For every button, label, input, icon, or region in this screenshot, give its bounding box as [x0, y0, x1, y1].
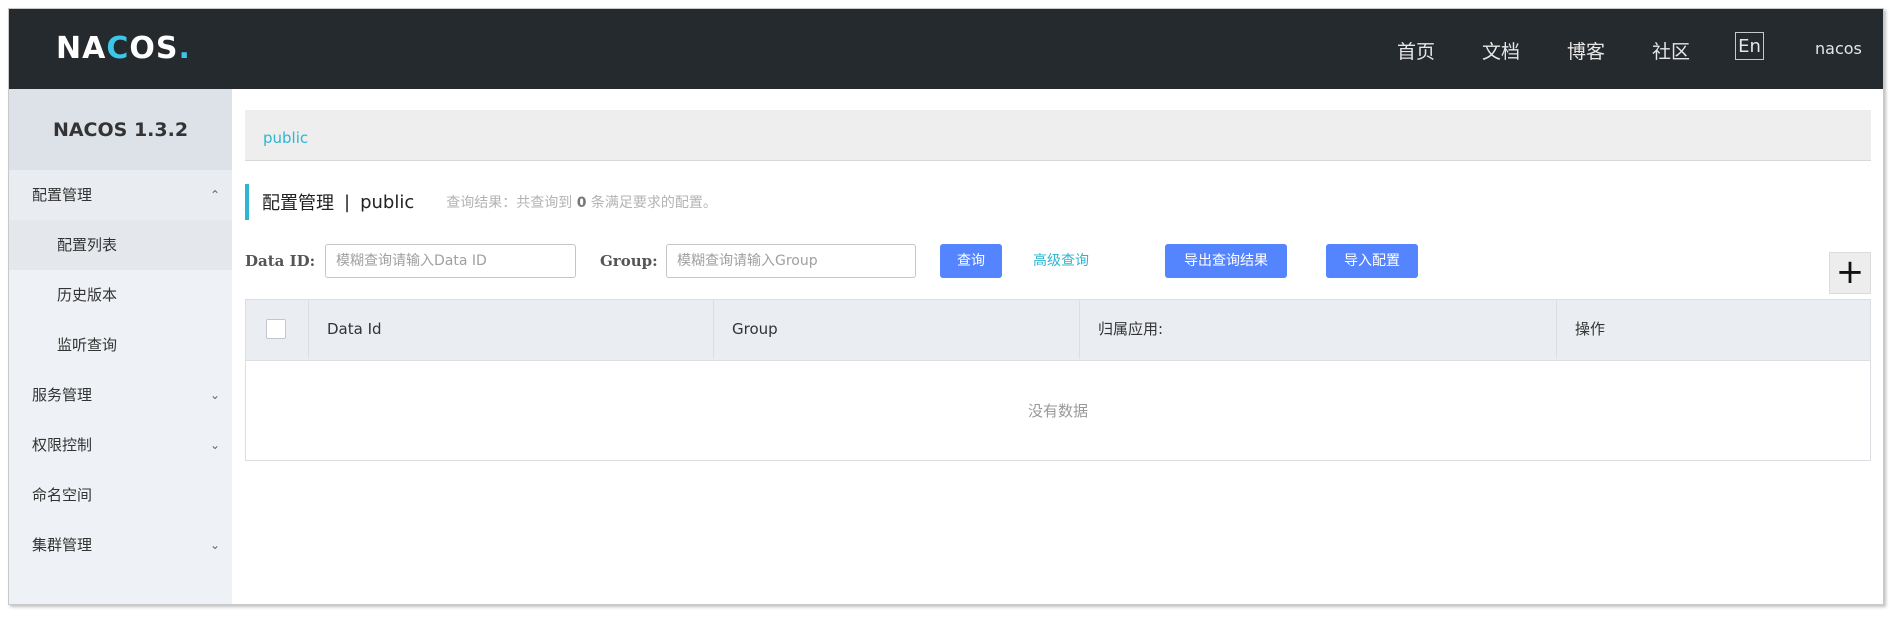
nav-blog-link[interactable]: 博客: [1567, 37, 1605, 64]
table-header: Data Id Group 归属应用: 操作: [246, 300, 1870, 361]
nacos-logo[interactable]: NACOS.: [56, 31, 191, 66]
main-content: public 配置管理 | public 查询结果：共查询到 0 条满足要求的配…: [232, 89, 1883, 604]
empty-state-text: 没有数据: [1027, 401, 1088, 420]
export-query-results-button[interactable]: 导出查询结果: [1165, 244, 1287, 278]
import-config-button[interactable]: 导入配置: [1326, 244, 1418, 278]
column-header-app[interactable]: 归属应用:: [1080, 300, 1557, 359]
group-label: Group:: [600, 252, 658, 270]
select-all-cell: [246, 300, 309, 359]
chevron-up-icon: ⌃: [209, 188, 220, 202]
namespace-link-public[interactable]: public: [263, 129, 308, 147]
sidebar-item-service-management[interactable]: 服务管理 ⌄: [9, 370, 232, 420]
nav-home-link[interactable]: 首页: [1397, 37, 1435, 64]
sidebar: NACOS 1.3.2 配置管理 ⌃ 配置列表 历史版本 监听查询 服务管理 ⌄…: [9, 89, 232, 604]
chevron-down-icon: ⌄: [209, 438, 220, 452]
group-search-input[interactable]: [666, 244, 916, 278]
query-result-hint: 查询结果：共查询到 0 条满足要求的配置。: [446, 195, 717, 211]
chevron-down-icon: ⌄: [209, 388, 220, 402]
add-config-button[interactable]: +: [1829, 252, 1871, 294]
chevron-down-icon: ⌄: [209, 538, 220, 552]
advanced-query-link[interactable]: 高级查询: [1033, 244, 1089, 278]
app-window: NACOS. 首页 文档 博客 社区 En nacos NACOS 1.3.2 …: [8, 8, 1884, 605]
sidebar-item-history-version[interactable]: 历史版本: [9, 270, 232, 320]
version-label: NACOS 1.3.2: [9, 89, 232, 170]
nav-docs-link[interactable]: 文档: [1482, 37, 1520, 64]
sidebar-item-config-list[interactable]: 配置列表: [9, 220, 232, 270]
column-header-data-id[interactable]: Data Id: [309, 300, 714, 359]
sidebar-item-namespace[interactable]: 命名空间: [9, 470, 232, 520]
column-header-group[interactable]: Group: [714, 300, 1080, 359]
config-table: Data Id Group 归属应用: 操作 没有数据: [245, 299, 1871, 461]
sidebar-item-cluster-management[interactable]: 集群管理 ⌄: [9, 520, 232, 570]
top-navbar: NACOS. 首页 文档 博客 社区 En nacos: [9, 9, 1883, 89]
language-toggle-button[interactable]: En: [1735, 32, 1764, 60]
sidebar-item-config-management[interactable]: 配置管理 ⌃: [9, 170, 232, 220]
namespace-bar: public: [245, 110, 1871, 161]
query-button[interactable]: 查询: [940, 244, 1002, 278]
page-title-text: 配置管理: [262, 193, 334, 214]
page-title: 配置管理 | public 查询结果：共查询到 0 条满足要求的配置。: [245, 184, 717, 220]
page-title-namespace: public: [360, 191, 415, 213]
dataid-search-input[interactable]: [325, 244, 576, 278]
title-separator: |: [344, 191, 351, 213]
filter-bar: Data ID: Group: 查询 高级查询 导出查询结果 导入配置: [245, 244, 1871, 278]
sidebar-item-access-control[interactable]: 权限控制 ⌄: [9, 420, 232, 470]
username-label[interactable]: nacos: [1815, 39, 1862, 58]
select-all-checkbox[interactable]: [266, 319, 286, 339]
nav-community-link[interactable]: 社区: [1652, 37, 1690, 64]
column-header-actions: 操作: [1575, 320, 1606, 338]
dataid-label: Data ID:: [245, 252, 316, 270]
sidebar-item-listener-query[interactable]: 监听查询: [9, 320, 232, 370]
